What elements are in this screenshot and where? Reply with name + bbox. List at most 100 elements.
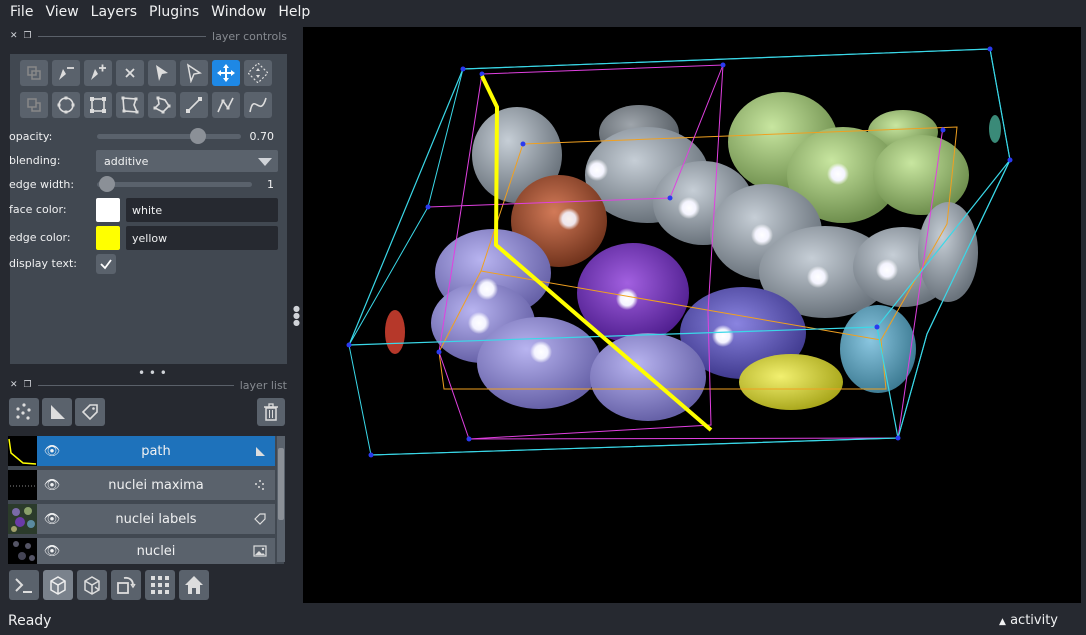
- float-dock-icon[interactable]: ❐: [24, 31, 32, 41]
- edge-color-swatch[interactable]: [96, 226, 120, 250]
- delete-layer-button[interactable]: [257, 398, 285, 426]
- opacity-value: 0.70: [249, 130, 275, 143]
- scrollbar-thumb[interactable]: [278, 448, 284, 520]
- add-vertex-button[interactable]: [84, 60, 112, 86]
- lasso-icon: [153, 96, 171, 114]
- menu-window[interactable]: Window: [205, 4, 272, 20]
- labels-icon: [81, 404, 98, 421]
- cube-3d-icon: [50, 576, 66, 595]
- points-icon: [16, 403, 31, 420]
- layer-thumbnail: [8, 538, 37, 564]
- edge-color-field[interactable]: yellow: [126, 226, 278, 250]
- face-color-field[interactable]: white: [126, 198, 278, 222]
- float-dock-icon[interactable]: ❐: [24, 380, 32, 390]
- face-color-label: face color:: [9, 203, 67, 216]
- layer-row-path[interactable]: 👁 path: [8, 436, 275, 466]
- layer-row-nuclei-labels[interactable]: 👁 nuclei labels: [8, 504, 275, 534]
- viewer-canvas[interactable]: [303, 27, 1081, 603]
- polyline-button[interactable]: [244, 92, 272, 118]
- polygon-button[interactable]: [116, 92, 144, 118]
- labels-icon: [245, 513, 275, 525]
- visibility-eye-icon[interactable]: 👁: [37, 512, 67, 527]
- transform-button[interactable]: [244, 60, 272, 86]
- layer-name: nuclei maxima: [108, 477, 204, 493]
- move-front-button[interactable]: [20, 60, 48, 86]
- home-icon: [185, 576, 203, 594]
- grid-icon: [151, 576, 169, 594]
- lasso-button[interactable]: [148, 92, 176, 118]
- transpose-button[interactable]: [111, 570, 141, 600]
- ellipse-button[interactable]: [52, 92, 80, 118]
- visibility-eye-icon[interactable]: 👁: [37, 544, 67, 559]
- delete-shape-button[interactable]: [116, 60, 144, 86]
- menubar: File View Layers Plugins Window Help: [0, 0, 1086, 24]
- new-labels-layer-button[interactable]: [75, 398, 105, 426]
- polyline-icon: [249, 97, 267, 113]
- activity-label: activity: [1010, 613, 1058, 628]
- transform-icon: [248, 63, 268, 83]
- rectangle-button[interactable]: [84, 92, 112, 118]
- new-points-layer-button[interactable]: [9, 398, 39, 426]
- pan-zoom-button[interactable]: [212, 60, 240, 86]
- move-front-icon: [27, 66, 41, 80]
- path-icon: [217, 97, 234, 113]
- canvas-splitter-handle[interactable]: ● ● ●: [293, 305, 300, 327]
- blending-value: additive: [104, 154, 149, 168]
- layer-list-scrollbar[interactable]: [277, 436, 285, 562]
- trash-icon: [264, 403, 278, 421]
- face-color-swatch[interactable]: [96, 198, 120, 222]
- checkmark-icon: [100, 259, 112, 270]
- pan-zoom-icon: [217, 64, 235, 82]
- opacity-slider-handle[interactable]: [189, 128, 206, 144]
- layer-row-nuclei-maxima[interactable]: 👁 nuclei maxima: [8, 470, 275, 500]
- close-dock-icon[interactable]: ✕: [10, 31, 18, 41]
- close-dock-icon[interactable]: ✕: [10, 380, 18, 390]
- menu-plugins[interactable]: Plugins: [143, 4, 205, 20]
- console-button[interactable]: [9, 570, 39, 600]
- points-icon: [245, 479, 275, 491]
- activity-button[interactable]: ▲ activity: [999, 613, 1058, 628]
- direct-select-icon: [186, 63, 202, 83]
- layer-name: path: [141, 443, 171, 459]
- roll-dimensions-button[interactable]: [77, 570, 107, 600]
- toggle-ndisplay-button[interactable]: [43, 570, 73, 600]
- blending-label: blending:: [9, 154, 61, 167]
- add-vertex-icon: [91, 64, 106, 80]
- edge-color-value: yellow: [132, 231, 168, 245]
- line-button[interactable]: [180, 92, 208, 118]
- display-text-checkbox[interactable]: [96, 254, 116, 274]
- select-icon: [156, 65, 168, 81]
- opacity-slider[interactable]: [97, 134, 241, 139]
- opacity-label: opacity:: [9, 130, 53, 143]
- layer-name: nuclei: [136, 543, 176, 559]
- layer-row-nuclei[interactable]: 👁 nuclei: [8, 538, 275, 564]
- remove-vertex-button[interactable]: [52, 60, 80, 86]
- layer-list-titlebar: ✕ ❐ layer list: [10, 376, 287, 394]
- layer-thumbnail: [8, 436, 37, 466]
- new-shapes-layer-button[interactable]: [42, 398, 72, 426]
- edge-width-slider[interactable]: [97, 182, 252, 187]
- grid-view-button[interactable]: [145, 570, 175, 600]
- menu-view[interactable]: View: [39, 4, 84, 20]
- visibility-eye-icon[interactable]: 👁: [37, 444, 67, 459]
- visibility-eye-icon[interactable]: 👁: [37, 478, 67, 493]
- menu-help[interactable]: Help: [272, 4, 316, 20]
- line-icon: [186, 97, 202, 113]
- select-button[interactable]: [148, 60, 176, 86]
- polygon-icon: [121, 96, 139, 114]
- edge-color-label: edge color:: [9, 231, 71, 244]
- move-back-button[interactable]: [20, 92, 48, 118]
- menu-file[interactable]: File: [4, 4, 39, 20]
- reset-view-button[interactable]: [179, 570, 209, 600]
- menu-layers[interactable]: Layers: [85, 4, 143, 20]
- face-color-value: white: [132, 203, 163, 217]
- edge-width-slider-handle[interactable]: [99, 176, 115, 192]
- path-button[interactable]: [212, 92, 240, 118]
- layer-list-title: layer list: [239, 378, 287, 392]
- edge-width-label: edge width:: [9, 178, 75, 191]
- direct-select-button[interactable]: [180, 60, 208, 86]
- rotate-icon: [117, 576, 136, 594]
- shapes-icon: [51, 405, 65, 419]
- chevron-down-icon: [258, 158, 272, 166]
- blending-dropdown[interactable]: additive: [96, 150, 278, 172]
